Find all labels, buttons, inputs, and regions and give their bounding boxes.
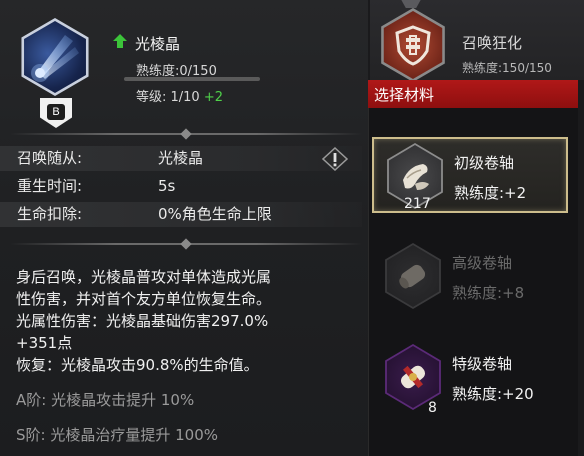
stat-value: 5s [158,177,176,195]
stat-label: 生命扣除: [17,205,83,223]
description-line: 身后召唤，光棱晶普攻对单体造成光属 [16,268,272,286]
material-name: 特级卷轴 [452,355,513,373]
level-bonus: +2 [203,90,224,105]
summon-card-proficiency: 熟练度:150/150 [462,61,552,75]
material-proficiency: 熟练度:+20 [452,385,534,403]
material-panel-header: 选择材料 [368,80,578,108]
material-card-basic-scroll[interactable]: 初级卷轴 熟练度:+2 217 [372,137,568,213]
stat-row-hp-cost: 生命扣除: 0%角色生命上限 [0,202,362,227]
tier-a-bonus: A阶: 光棱晶攻击提升 10% [16,391,195,409]
skill-level: 等级: 1/10 +2 [136,86,223,105]
material-card-premium-scroll[interactable]: 特级卷轴 熟练度:+20 8 [372,340,568,416]
level-label: 等级: 1/10 [136,90,200,105]
material-count: 8 [428,400,437,416]
section-divider [10,128,362,140]
description-line: 性伤害，并对首个友方单位恢复生命。 [16,290,272,308]
description-line: 光属性伤害：光棱晶基础伤害297.0% [16,312,269,330]
skill-name: 光棱晶 [135,35,181,53]
tier-s-bonus: S阶: 光棱晶治疗量提升 100% [16,426,218,444]
material-proficiency: 熟练度:+8 [452,284,525,302]
skill-detail-panel: B 光棱晶 熟练度:0/150 等级: 1/10 +2 召唤随从: 光棱晶 重生… [0,0,368,456]
skill-description: 身后召唤，光棱晶普攻对单体造成光属 性伤害，并对首个友方单位恢复生命。 光属性伤… [16,266,362,376]
crystal-beam-icon [24,21,86,93]
stat-value: 光棱晶 [158,149,204,167]
material-panel-title: 选择材料 [374,86,435,104]
description-line: 恢复：光棱晶攻击90.8%的生命值。 [16,356,259,374]
scroll-icon [385,243,441,309]
material-proficiency: 熟练度:+2 [454,184,527,202]
proficiency-bar [124,77,260,81]
material-name: 初级卷轴 [454,154,515,172]
grade-label: B [47,104,65,120]
stat-row-summon: 召唤随从: 光棱晶 [0,146,362,171]
material-name: 高级卷轴 [452,254,513,272]
info-warning-icon[interactable] [322,147,348,171]
grade-badge: B [40,98,72,128]
section-divider [10,238,362,250]
stat-row-respawn: 重生时间: 5s [0,174,362,199]
summon-card-name: 召唤狂化 [462,34,523,52]
stat-label: 重生时间: [17,177,83,195]
upgrade-arrow-icon [113,34,127,48]
material-count: 217 [404,196,431,212]
skill-icon: B [16,18,96,128]
description-line: +351点 [16,334,73,352]
stat-label: 召唤随从: [17,149,83,167]
stat-value: 0%角色生命上限 [158,205,272,223]
material-card-advanced-scroll[interactable]: 高级卷轴 熟练度:+8 [372,239,568,315]
